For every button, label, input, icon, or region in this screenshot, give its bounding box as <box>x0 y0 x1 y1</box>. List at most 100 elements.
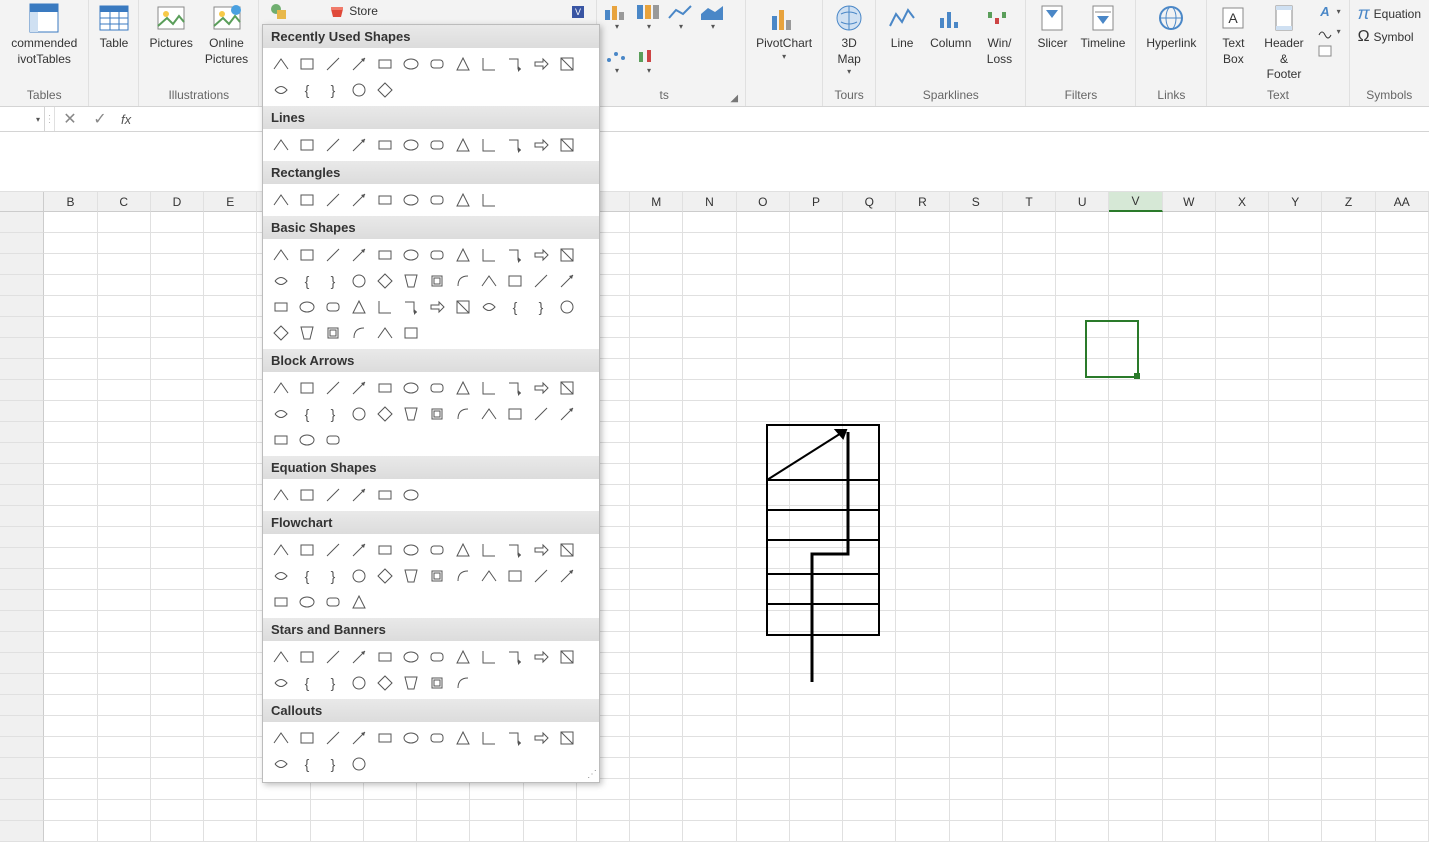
cell[interactable] <box>1003 527 1056 548</box>
cell[interactable] <box>843 275 896 296</box>
cell[interactable] <box>896 254 949 275</box>
shape-option[interactable] <box>372 563 398 589</box>
cell[interactable] <box>790 800 843 821</box>
slicer-button[interactable]: Slicer <box>1030 0 1074 54</box>
column-header[interactable]: E <box>204 192 257 212</box>
cell[interactable] <box>98 254 151 275</box>
shape-option[interactable] <box>424 725 450 751</box>
cell[interactable] <box>683 359 736 380</box>
shape-option[interactable] <box>268 563 294 589</box>
shape-option[interactable] <box>528 401 554 427</box>
cell[interactable] <box>204 296 257 317</box>
shape-option[interactable] <box>476 644 502 670</box>
cell[interactable] <box>1216 800 1269 821</box>
cell[interactable] <box>896 737 949 758</box>
cell[interactable] <box>737 275 790 296</box>
cell[interactable] <box>204 506 257 527</box>
cell[interactable] <box>151 548 204 569</box>
shape-option[interactable] <box>528 51 554 77</box>
cell[interactable] <box>151 527 204 548</box>
row-header[interactable] <box>0 254 44 275</box>
cell[interactable] <box>1109 296 1162 317</box>
cell[interactable] <box>790 779 843 800</box>
cell[interactable] <box>1163 611 1216 632</box>
shape-option[interactable] <box>398 563 424 589</box>
cell[interactable] <box>44 737 97 758</box>
cell[interactable] <box>790 443 843 464</box>
cell[interactable] <box>1216 590 1269 611</box>
chart-column-button[interactable]: ▾ <box>601 0 633 34</box>
cell[interactable] <box>1376 401 1429 422</box>
cell[interactable] <box>1056 590 1109 611</box>
cell[interactable] <box>843 506 896 527</box>
row-header[interactable] <box>0 758 44 779</box>
cell[interactable] <box>1376 674 1429 695</box>
shape-option[interactable]: { <box>294 401 320 427</box>
cell[interactable] <box>1376 527 1429 548</box>
cell[interactable] <box>1376 254 1429 275</box>
cell[interactable] <box>843 254 896 275</box>
cell[interactable] <box>1163 233 1216 254</box>
cell[interactable] <box>683 674 736 695</box>
pivotchart-button[interactable]: PivotChart ▾ <box>750 0 818 64</box>
cell[interactable] <box>1163 758 1216 779</box>
shape-option[interactable] <box>320 51 346 77</box>
cell[interactable] <box>1322 506 1375 527</box>
cell[interactable] <box>98 296 151 317</box>
cell[interactable] <box>896 800 949 821</box>
cell[interactable] <box>1376 212 1429 233</box>
column-header[interactable]: O <box>737 192 790 212</box>
cell[interactable] <box>1269 653 1322 674</box>
cell[interactable] <box>1163 359 1216 380</box>
cell[interactable] <box>151 506 204 527</box>
cell[interactable] <box>630 590 683 611</box>
cell[interactable] <box>737 695 790 716</box>
cell[interactable] <box>843 527 896 548</box>
shape-option[interactable] <box>372 51 398 77</box>
shape-option[interactable] <box>398 401 424 427</box>
cell[interactable] <box>151 737 204 758</box>
cell[interactable] <box>44 359 97 380</box>
cell[interactable] <box>1163 485 1216 506</box>
cell[interactable] <box>151 443 204 464</box>
shape-option[interactable] <box>528 268 554 294</box>
cell[interactable] <box>683 296 736 317</box>
cell[interactable] <box>204 674 257 695</box>
cell[interactable] <box>1109 674 1162 695</box>
cell[interactable] <box>98 800 151 821</box>
chart-bar-button[interactable]: ▾ <box>633 0 665 34</box>
shape-option[interactable] <box>268 51 294 77</box>
cell[interactable] <box>1056 317 1109 338</box>
shape-option[interactable] <box>424 563 450 589</box>
cell[interactable] <box>1216 611 1269 632</box>
shape-option[interactable] <box>398 725 424 751</box>
cell[interactable] <box>790 338 843 359</box>
cell[interactable] <box>1322 233 1375 254</box>
shape-option[interactable]: } <box>320 670 346 696</box>
cell[interactable] <box>896 317 949 338</box>
shape-option[interactable] <box>372 725 398 751</box>
shape-option[interactable] <box>554 401 580 427</box>
cell[interactable] <box>1322 359 1375 380</box>
cell[interactable] <box>204 212 257 233</box>
cell[interactable] <box>204 527 257 548</box>
cell[interactable] <box>1003 317 1056 338</box>
cell[interactable] <box>790 485 843 506</box>
cell[interactable] <box>1269 275 1322 296</box>
cell[interactable] <box>843 716 896 737</box>
cell[interactable] <box>98 653 151 674</box>
shape-option[interactable] <box>398 537 424 563</box>
shape-option[interactable] <box>294 537 320 563</box>
shape-option[interactable] <box>268 537 294 563</box>
cell[interactable] <box>1056 548 1109 569</box>
cell[interactable] <box>1322 443 1375 464</box>
cell[interactable] <box>1056 233 1109 254</box>
row-header[interactable] <box>0 401 44 422</box>
cell[interactable] <box>737 758 790 779</box>
hyperlink-button[interactable]: Hyperlink <box>1140 0 1202 54</box>
shape-option[interactable]: } <box>320 563 346 589</box>
cell[interactable] <box>1163 779 1216 800</box>
cell[interactable] <box>1269 548 1322 569</box>
shape-option[interactable] <box>268 427 294 453</box>
cell[interactable] <box>1003 590 1056 611</box>
